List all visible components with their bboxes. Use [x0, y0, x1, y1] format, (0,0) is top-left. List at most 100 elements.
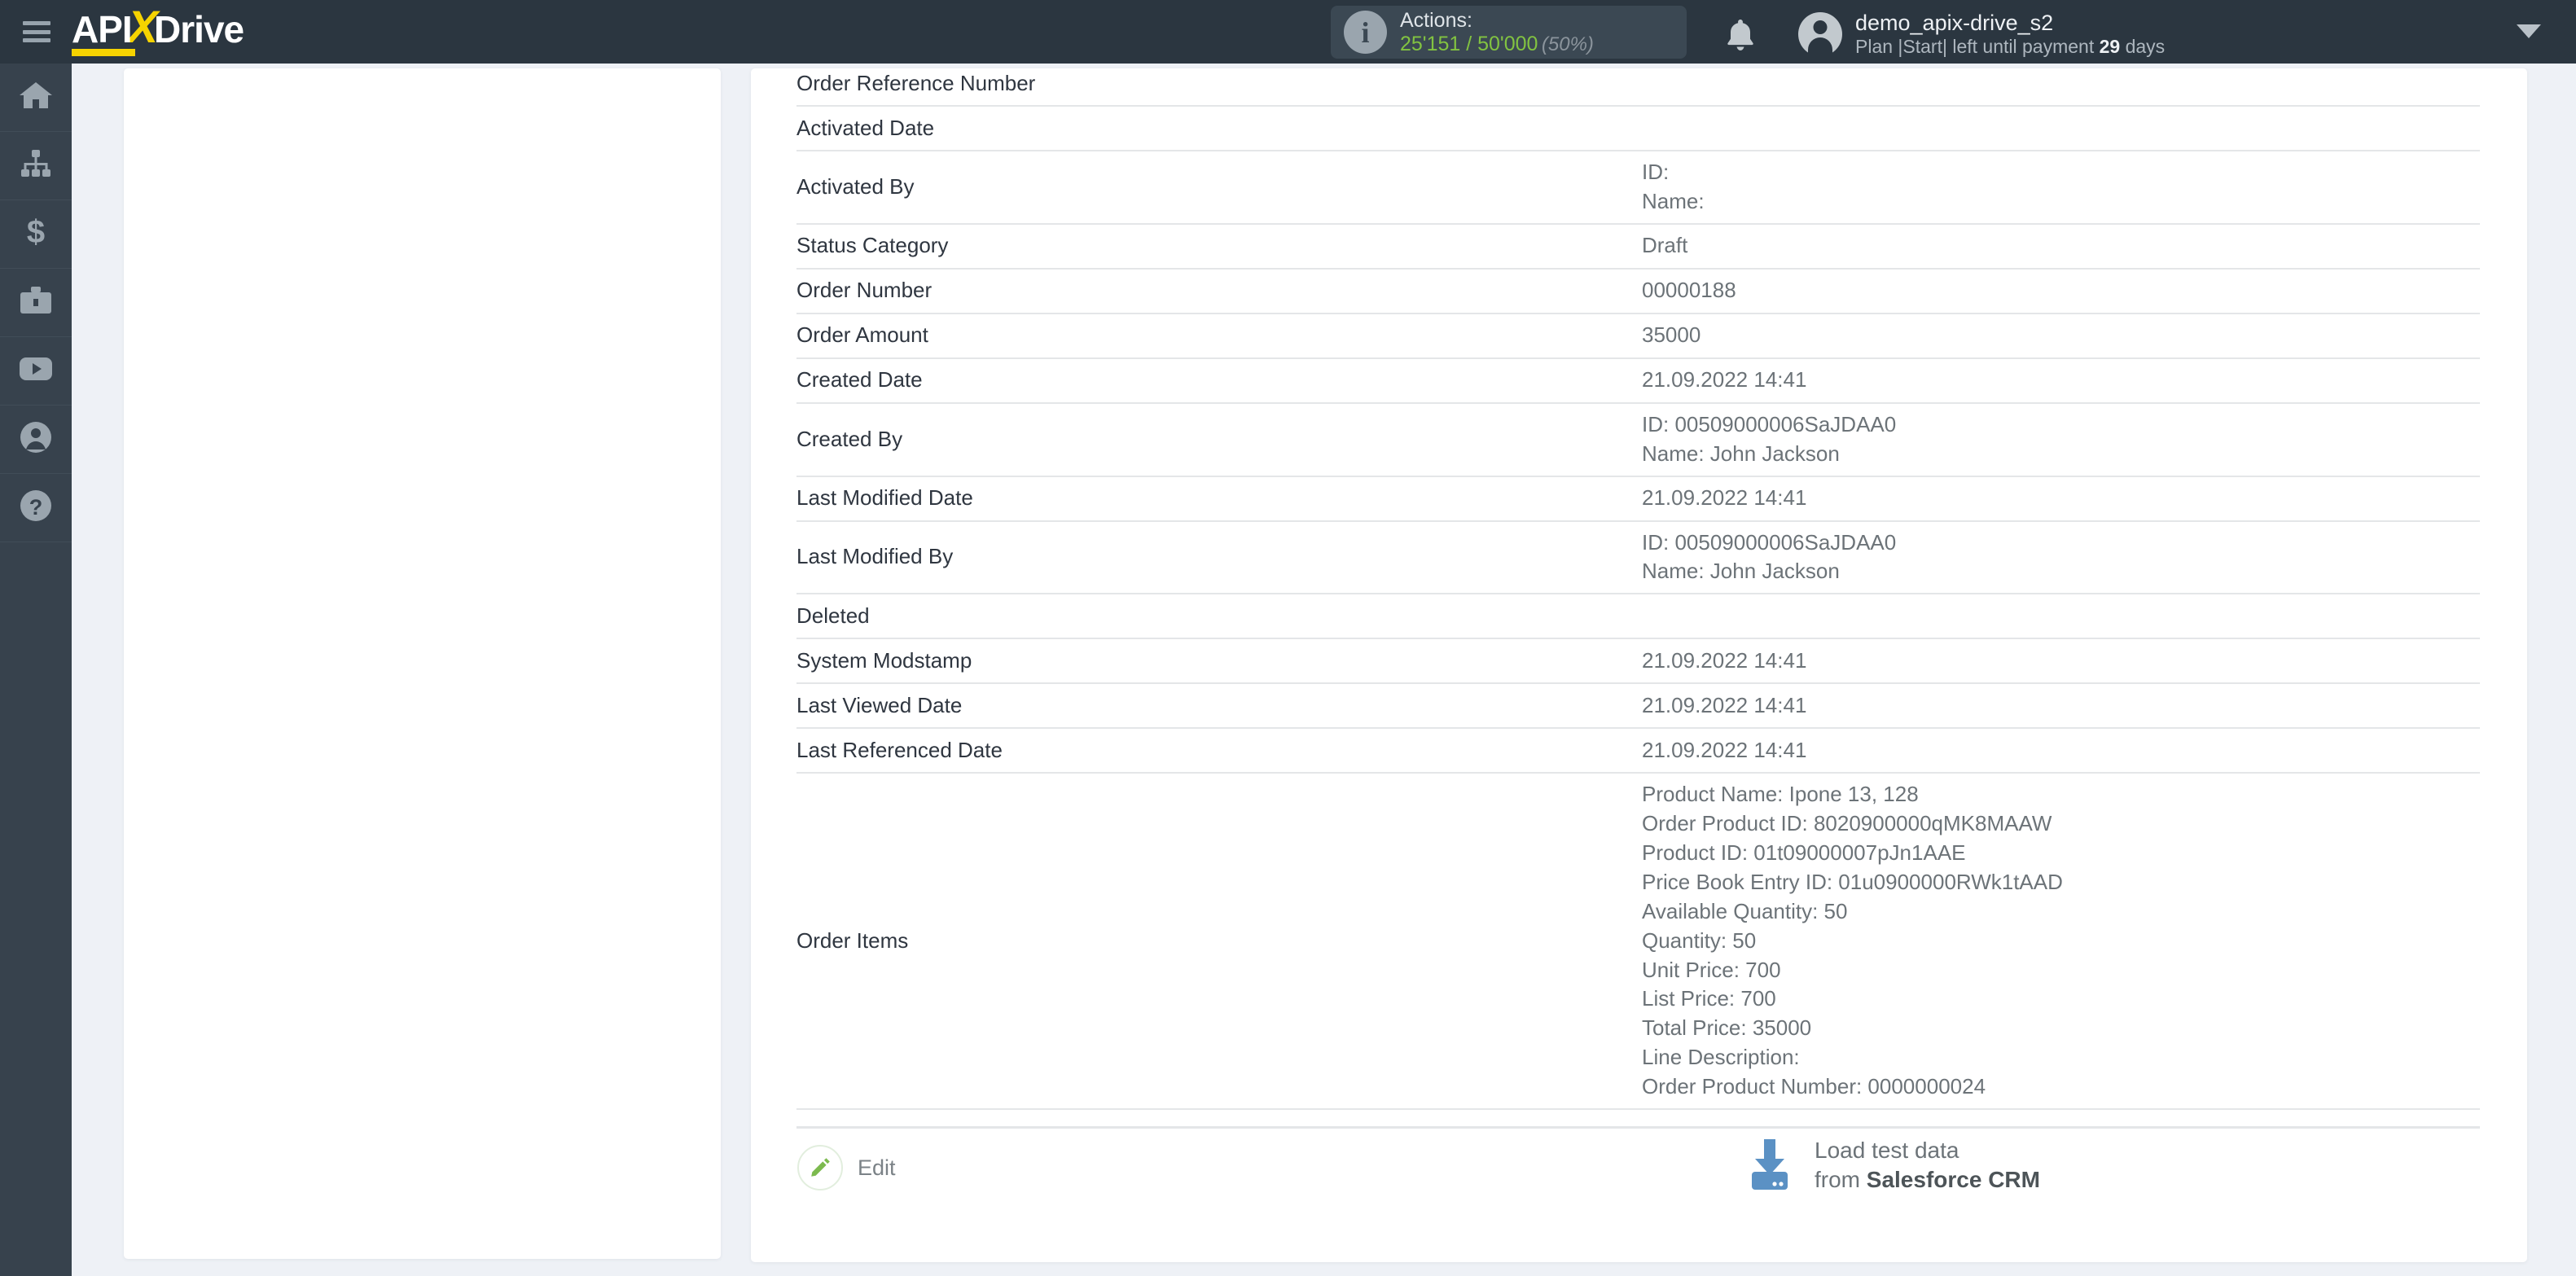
- sidebar-item-help[interactable]: ?: [0, 474, 72, 542]
- field-value: ID: 00509000006SaJDAA0 Name: John Jackso…: [1642, 411, 1897, 466]
- field-value: 35000: [1642, 322, 1701, 348]
- table-row: Created By ID: 00509000006SaJDAA0 Name: J…: [796, 404, 2480, 477]
- apixdrive-logo[interactable]: API X Drive: [72, 0, 244, 64]
- svg-text:?: ?: [29, 495, 43, 520]
- dollar-icon: $: [24, 214, 48, 253]
- field-label: Created By: [796, 426, 903, 451]
- field-label: Last Modified Date: [796, 485, 973, 511]
- field-value: 21.09.2022 14:41: [1642, 485, 1807, 511]
- info-icon: i: [1344, 11, 1387, 54]
- load-source-name: Salesforce CRM: [1866, 1167, 2040, 1192]
- actions-label: Actions:: [1400, 8, 1472, 32]
- field-value: Draft: [1642, 233, 1688, 258]
- sidebar-item-account[interactable]: [0, 406, 72, 474]
- user-avatar-icon: [1798, 11, 1842, 56]
- table-row: Last Viewed Date 21.09.2022 14:41: [796, 684, 2480, 730]
- field-value: ID: Name:: [1642, 160, 1705, 213]
- field-value: 21.09.2022 14:41: [1642, 692, 1807, 717]
- sidebar-item-video[interactable]: [0, 337, 72, 406]
- hamburger-line: [23, 21, 50, 25]
- field-label: Created Date: [796, 367, 923, 392]
- hamburger-line: [23, 38, 50, 42]
- user-name: demo_apix-drive_s2: [1855, 11, 2054, 35]
- field-label: Order Number: [796, 278, 933, 303]
- field-label: Status Category: [796, 233, 949, 258]
- top-header-bar: API X Drive i Actions: 25'151 / 50'000 (…: [0, 0, 2576, 64]
- field-label: Last Modified By: [796, 544, 954, 569]
- field-value: Product Name: Ipone 13, 128 Order Produc…: [1642, 782, 2063, 1098]
- logo-text-api: API: [72, 7, 135, 56]
- field-label: Order Amount: [796, 322, 928, 348]
- field-label: Order Reference Number: [796, 70, 1036, 95]
- table-row: Created Date 21.09.2022 14:41: [796, 359, 2480, 404]
- test-data-panel: Order Reference Number Activated Date Acti…: [751, 68, 2527, 1262]
- table-row: Deleted: [796, 594, 2480, 640]
- question-circle-icon: ?: [19, 489, 53, 527]
- actions-count: 25'151 / 50'000: [1400, 32, 1538, 55]
- logo-text-drive: Drive: [154, 8, 244, 50]
- table-row: Order Reference Number: [796, 68, 2480, 107]
- left-sidebar: $ ?: [0, 64, 72, 1276]
- plan-days: 29: [2099, 36, 2121, 58]
- download-icon: [1744, 1136, 1795, 1195]
- home-icon: [18, 79, 54, 116]
- plan-suffix: days: [2120, 36, 2166, 58]
- table-row: Order Items Product Name: Ipone 13, 128 O…: [796, 774, 2480, 1110]
- youtube-icon: [18, 356, 54, 386]
- logo-text-x: X: [127, 1, 158, 52]
- field-label: Deleted: [796, 603, 870, 628]
- field-label: System Modstamp: [796, 647, 972, 673]
- field-value: ID: 00509000006SaJDAA0 Name: John Jackso…: [1642, 529, 1897, 584]
- user-account-menu[interactable]: demo_apix-drive_s2 Plan |Start| left unt…: [1798, 10, 2165, 59]
- field-label: Last Referenced Date: [796, 737, 1003, 762]
- table-row: Order Amount 35000: [796, 314, 2480, 359]
- load-test-data-line2: from Salesforce CRM: [1815, 1167, 2040, 1192]
- field-value: [1642, 77, 2480, 90]
- load-test-data-button[interactable]: Load test data from Salesforce CRM: [1744, 1136, 2040, 1195]
- sidebar-item-business[interactable]: [0, 269, 72, 337]
- footer-divider: [796, 1126, 2480, 1129]
- left-panel-card: [124, 68, 721, 1259]
- sidebar-item-connections[interactable]: [0, 132, 72, 200]
- field-value: [1642, 122, 2480, 135]
- chevron-down-icon[interactable]: [2517, 24, 2541, 38]
- actions-quota-badge[interactable]: i Actions: 25'151 / 50'000 (50%): [1331, 6, 1687, 59]
- sidebar-item-home[interactable]: [0, 64, 72, 132]
- svg-text:$: $: [27, 215, 45, 249]
- table-row: System Modstamp 21.09.2022 14:41: [796, 639, 2480, 685]
- load-from-prefix: from: [1815, 1167, 1867, 1192]
- field-label: Last Viewed Date: [796, 692, 963, 717]
- plan-prefix: Plan |Start| left until payment: [1855, 36, 2100, 58]
- user-info: demo_apix-drive_s2 Plan |Start| left unt…: [1855, 10, 2165, 59]
- table-row: Activated Date: [796, 107, 2480, 151]
- field-label: Order Items: [796, 927, 909, 953]
- edit-label: Edit: [858, 1155, 896, 1180]
- hamburger-menu-icon[interactable]: [23, 21, 50, 42]
- sidebar-item-pricing[interactable]: $: [0, 200, 72, 269]
- table-row: Order Number 00000188: [796, 270, 2480, 314]
- field-value: 21.09.2022 14:41: [1642, 367, 1807, 392]
- edit-button[interactable]: Edit: [797, 1145, 896, 1190]
- field-label: Activated Date: [796, 115, 935, 140]
- table-row: Last Modified By ID: 00509000006SaJDAA0 N…: [796, 522, 2480, 595]
- field-value: 21.09.2022 14:41: [1642, 737, 1807, 762]
- actions-quota-text: Actions: 25'151 / 50'000 (50%): [1400, 9, 1594, 56]
- bell-icon[interactable]: [1725, 18, 1756, 56]
- table-row: Activated By ID: Name:: [796, 151, 2480, 225]
- field-value: [1642, 610, 2480, 623]
- field-label: Activated By: [796, 173, 915, 199]
- sitemap-icon: [18, 147, 54, 184]
- salesforce-fields-table: Order Reference Number Activated Date Acti…: [796, 68, 2480, 1110]
- user-circle-icon: [19, 420, 53, 458]
- table-row: Last Modified Date 21.09.2022 14:41: [796, 477, 2480, 522]
- hamburger-line: [23, 29, 50, 34]
- actions-percent: (50%): [1541, 33, 1594, 55]
- user-plan-status: Plan |Start| left until payment 29 days: [1855, 36, 2165, 59]
- field-value: 21.09.2022 14:41: [1642, 647, 1807, 673]
- load-test-data-text: Load test data from Salesforce CRM: [1815, 1136, 2040, 1195]
- table-row: Last Referenced Date 21.09.2022 14:41: [796, 729, 2480, 774]
- field-value: 00000188: [1642, 278, 1736, 303]
- briefcase-icon: [18, 285, 54, 320]
- actions-values: 25'151 / 50'000 (50%): [1400, 33, 1594, 56]
- table-row: Status Category Draft: [796, 225, 2480, 270]
